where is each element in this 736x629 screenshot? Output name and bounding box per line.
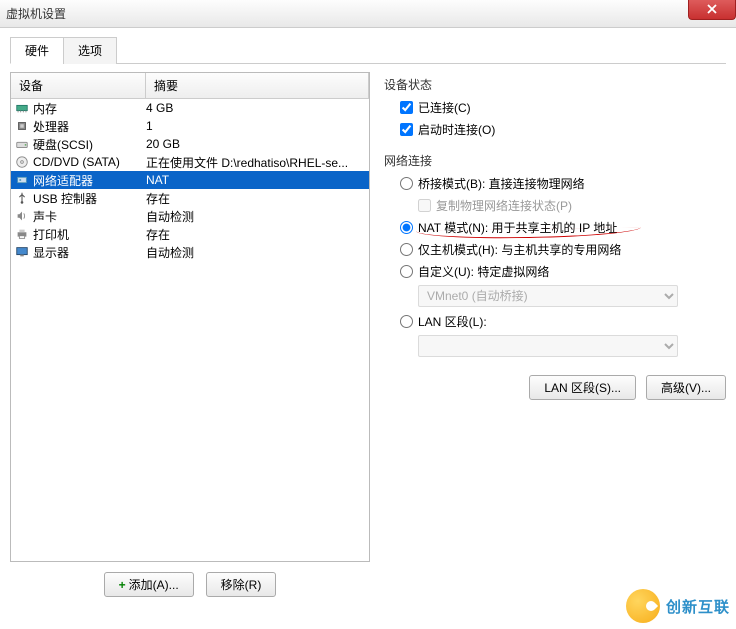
nat-radio-row[interactable]: NAT 模式(N): 用于共享主机的 IP 地址 xyxy=(400,219,726,236)
network-icon xyxy=(13,173,31,187)
hostonly-radio-row[interactable]: 仅主机模式(H): 与主机共享的专用网络 xyxy=(400,241,726,258)
custom-vmnet-select: VMnet0 (自动桥接) xyxy=(418,285,678,307)
watermark-text: 创新互联 xyxy=(666,596,730,617)
row-cddvd[interactable]: CD/DVD (SATA) 正在使用文件 D:\redhatiso\RHEL-s… xyxy=(11,153,369,171)
device-list: 设备 摘要 内存 4 GB 处理器 1 硬盘(SCSI) 20 GB xyxy=(10,72,370,562)
memory-icon xyxy=(13,101,31,115)
watermark: 创新互联 xyxy=(626,589,730,623)
list-header: 设备 摘要 xyxy=(11,73,369,99)
connected-checkbox-row[interactable]: 已连接(C) xyxy=(400,99,726,116)
hostonly-radio[interactable] xyxy=(400,243,413,256)
device-status-title: 设备状态 xyxy=(384,76,726,93)
device-status-group: 设备状态 已连接(C) 启动时连接(O) xyxy=(384,76,726,138)
replicate-checkbox-row: 复制物理网络连接状态(P) xyxy=(418,197,726,214)
nat-radio[interactable] xyxy=(400,221,413,234)
header-summary[interactable]: 摘要 xyxy=(146,73,369,98)
printer-icon xyxy=(13,227,31,241)
plus-icon: + xyxy=(119,578,126,592)
close-button[interactable] xyxy=(688,0,736,20)
network-title: 网络连接 xyxy=(384,152,726,169)
row-usb[interactable]: USB 控制器 存在 xyxy=(11,189,369,207)
tab-bar: 硬件 选项 xyxy=(10,36,726,64)
row-soundcard[interactable]: 声卡 自动检测 xyxy=(11,207,369,225)
advanced-button[interactable]: 高级(V)... xyxy=(646,375,726,400)
close-icon xyxy=(706,3,718,15)
bridged-radio-row[interactable]: 桥接模式(B): 直接连接物理网络 xyxy=(400,175,726,192)
harddisk-icon xyxy=(13,137,31,151)
lan-segment-select xyxy=(418,335,678,357)
connected-checkbox[interactable] xyxy=(400,101,413,114)
sound-icon xyxy=(13,209,31,223)
row-memory[interactable]: 内存 4 GB xyxy=(11,99,369,117)
bridged-radio[interactable] xyxy=(400,177,413,190)
row-harddisk[interactable]: 硬盘(SCSI) 20 GB xyxy=(11,135,369,153)
poweron-checkbox-row[interactable]: 启动时连接(O) xyxy=(400,121,726,138)
row-network-adapter[interactable]: 网络适配器 NAT xyxy=(11,171,369,189)
row-display[interactable]: 显示器 自动检测 xyxy=(11,243,369,261)
custom-radio[interactable] xyxy=(400,265,413,278)
right-panel: 设备状态 已连接(C) 启动时连接(O) 网络连接 xyxy=(384,72,726,597)
titlebar: 虚拟机设置 xyxy=(0,0,736,28)
remove-button[interactable]: 移除(R) xyxy=(206,572,277,597)
custom-radio-row[interactable]: 自定义(U): 特定虚拟网络 xyxy=(400,263,726,280)
lan-segments-button[interactable]: LAN 区段(S)... xyxy=(529,375,636,400)
dialog-content: 硬件 选项 设备 摘要 内存 4 GB 处理器 1 xyxy=(0,28,736,629)
window-title: 虚拟机设置 xyxy=(6,5,66,22)
tab-options[interactable]: 选项 xyxy=(63,37,117,64)
left-buttons: +添加(A)... 移除(R) xyxy=(10,572,370,597)
network-connection-group: 网络连接 桥接模式(B): 直接连接物理网络 复制物理网络连接状态(P) NAT… xyxy=(384,152,726,357)
watermark-icon xyxy=(626,589,660,623)
usb-icon xyxy=(13,191,31,205)
row-processor[interactable]: 处理器 1 xyxy=(11,117,369,135)
lan-radio-row[interactable]: LAN 区段(L): xyxy=(400,313,726,330)
poweron-checkbox[interactable] xyxy=(400,123,413,136)
tab-hardware[interactable]: 硬件 xyxy=(10,37,64,64)
disc-icon xyxy=(13,155,31,169)
row-printer[interactable]: 打印机 存在 xyxy=(11,225,369,243)
display-icon xyxy=(13,245,31,259)
header-device[interactable]: 设备 xyxy=(11,73,146,98)
lan-radio[interactable] xyxy=(400,315,413,328)
right-buttons: LAN 区段(S)... 高级(V)... xyxy=(384,375,726,400)
add-button[interactable]: +添加(A)... xyxy=(104,572,194,597)
cpu-icon xyxy=(13,119,31,133)
replicate-checkbox xyxy=(418,199,431,212)
left-panel: 设备 摘要 内存 4 GB 处理器 1 硬盘(SCSI) 20 GB xyxy=(10,72,370,597)
